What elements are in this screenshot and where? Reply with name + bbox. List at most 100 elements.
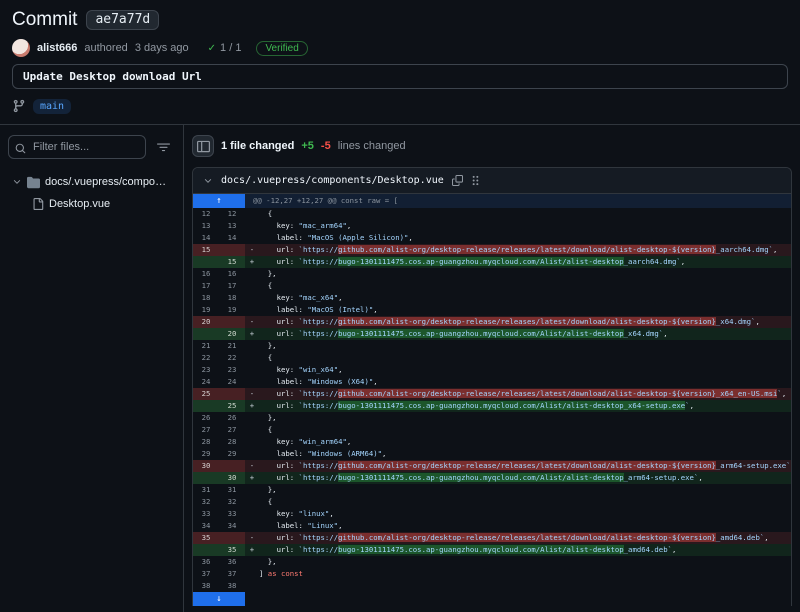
old-line-number[interactable]: 31 (193, 484, 219, 496)
drag-grip-icon[interactable] (471, 175, 480, 186)
avatar[interactable] (12, 39, 30, 57)
old-line-number[interactable]: 21 (193, 340, 219, 352)
old-line-number[interactable] (193, 472, 219, 484)
old-line-number[interactable]: 12 (193, 208, 219, 220)
new-line-number[interactable]: 32 (219, 496, 245, 508)
diff-marker (245, 352, 259, 364)
old-line-number[interactable] (193, 544, 219, 556)
collapse-file-button[interactable] (203, 176, 213, 186)
branch-label[interactable]: main (33, 99, 71, 114)
old-line-number[interactable]: 36 (193, 556, 219, 568)
old-line-number[interactable]: 32 (193, 496, 219, 508)
new-line-number[interactable]: 34 (219, 520, 245, 532)
old-line-number[interactable]: 25 (193, 388, 219, 400)
new-line-number[interactable]: 33 (219, 508, 245, 520)
checks-status-button[interactable]: ✓ 1 / 1 (208, 42, 242, 54)
code-content: url: `https://bugo-1301111475.cos.ap-gua… (259, 328, 791, 340)
old-line-number[interactable]: 16 (193, 268, 219, 280)
new-line-number[interactable]: 19 (219, 304, 245, 316)
old-line-number[interactable] (193, 256, 219, 268)
old-line-number[interactable]: 27 (193, 424, 219, 436)
old-line-number[interactable]: 37 (193, 568, 219, 580)
new-line-number[interactable]: 25 (219, 400, 245, 412)
old-line-number[interactable]: 28 (193, 436, 219, 448)
expand-down-button[interactable]: ↓ (193, 592, 245, 606)
old-line-number[interactable]: 26 (193, 412, 219, 424)
file-path[interactable]: docs/.vuepress/components/Desktop.vue (221, 175, 444, 186)
old-line-number[interactable]: 20 (193, 316, 219, 328)
new-line-number[interactable]: 24 (219, 376, 245, 388)
old-line-number[interactable]: 18 (193, 292, 219, 304)
old-line-number[interactable] (193, 328, 219, 340)
verified-badge[interactable]: Verified (256, 41, 307, 56)
new-line-number[interactable]: 21 (219, 340, 245, 352)
tree-file-row[interactable]: Desktop.vue (8, 193, 175, 215)
old-line-number[interactable]: 35 (193, 532, 219, 544)
new-line-number[interactable]: 15 (219, 256, 245, 268)
old-line-number[interactable]: 13 (193, 220, 219, 232)
author-name[interactable]: alist666 (37, 42, 77, 54)
old-line-number[interactable]: 14 (193, 232, 219, 244)
new-line-number[interactable]: 23 (219, 364, 245, 376)
code-content: url: `https://bugo-1301111475.cos.ap-gua… (259, 400, 791, 412)
code-content: { (259, 352, 791, 364)
chevron-down-icon (12, 177, 22, 187)
diff-line-ctx: 3333 key: "linux", (193, 508, 791, 520)
diff-line-ctx: 3636 }, (193, 556, 791, 568)
copy-path-button[interactable] (452, 175, 463, 186)
old-line-number[interactable]: 30 (193, 460, 219, 472)
old-line-number[interactable]: 33 (193, 508, 219, 520)
new-line-number[interactable]: 13 (219, 220, 245, 232)
old-line-number[interactable]: 17 (193, 280, 219, 292)
tree-folder-row[interactable]: docs/.vuepress/components (8, 171, 175, 193)
new-line-number[interactable]: 28 (219, 436, 245, 448)
new-line-number[interactable]: 20 (219, 328, 245, 340)
new-line-number[interactable]: 17 (219, 280, 245, 292)
new-line-number[interactable]: 38 (219, 580, 245, 592)
filter-options-button[interactable] (151, 135, 175, 159)
new-line-number[interactable] (219, 244, 245, 256)
new-line-number[interactable]: 31 (219, 484, 245, 496)
code-content: label: "Linux", (259, 520, 791, 532)
old-line-number[interactable]: 19 (193, 304, 219, 316)
old-line-number[interactable] (193, 400, 219, 412)
new-line-number[interactable] (219, 388, 245, 400)
toggle-file-tree-button[interactable] (192, 135, 214, 157)
filter-files-input[interactable] (8, 135, 146, 159)
new-line-number[interactable]: 26 (219, 412, 245, 424)
commit-message: Update Desktop download Url (23, 70, 202, 83)
old-line-number[interactable]: 34 (193, 520, 219, 532)
new-line-number[interactable] (219, 460, 245, 472)
new-line-number[interactable] (219, 316, 245, 328)
new-line-number[interactable]: 27 (219, 424, 245, 436)
code-content: key: "linux", (259, 508, 791, 520)
old-line-number[interactable]: 38 (193, 580, 219, 592)
old-line-number[interactable]: 15 (193, 244, 219, 256)
diff-marker (245, 412, 259, 424)
diff-pane: 1 file changed +5-5 lines changed docs/.… (184, 125, 800, 612)
filter-box (8, 135, 146, 159)
old-line-number[interactable]: 24 (193, 376, 219, 388)
code-content: url: `https://github.com/alist-org/deskt… (259, 532, 791, 544)
new-line-number[interactable] (219, 532, 245, 544)
old-line-number[interactable]: 22 (193, 352, 219, 364)
new-line-number[interactable]: 37 (219, 568, 245, 580)
expand-up-button[interactable]: ↑ (193, 194, 245, 208)
code-content: }, (259, 556, 791, 568)
code-content: label: "MacOS (Apple Silicon)", (259, 232, 791, 244)
new-line-number[interactable]: 18 (219, 292, 245, 304)
new-line-number[interactable]: 36 (219, 556, 245, 568)
old-line-number[interactable]: 23 (193, 364, 219, 376)
diff-marker (245, 556, 259, 568)
diff-line-ctx: 2626 }, (193, 412, 791, 424)
new-line-number[interactable]: 16 (219, 268, 245, 280)
files-changed-count: 1 file changed (221, 140, 294, 152)
new-line-number[interactable]: 30 (219, 472, 245, 484)
new-line-number[interactable]: 35 (219, 544, 245, 556)
new-line-number[interactable]: 12 (219, 208, 245, 220)
old-line-number[interactable]: 29 (193, 448, 219, 460)
new-line-number[interactable]: 29 (219, 448, 245, 460)
new-line-number[interactable]: 14 (219, 232, 245, 244)
new-line-number[interactable]: 22 (219, 352, 245, 364)
code-content: url: `https://github.com/alist-org/deskt… (259, 316, 791, 328)
